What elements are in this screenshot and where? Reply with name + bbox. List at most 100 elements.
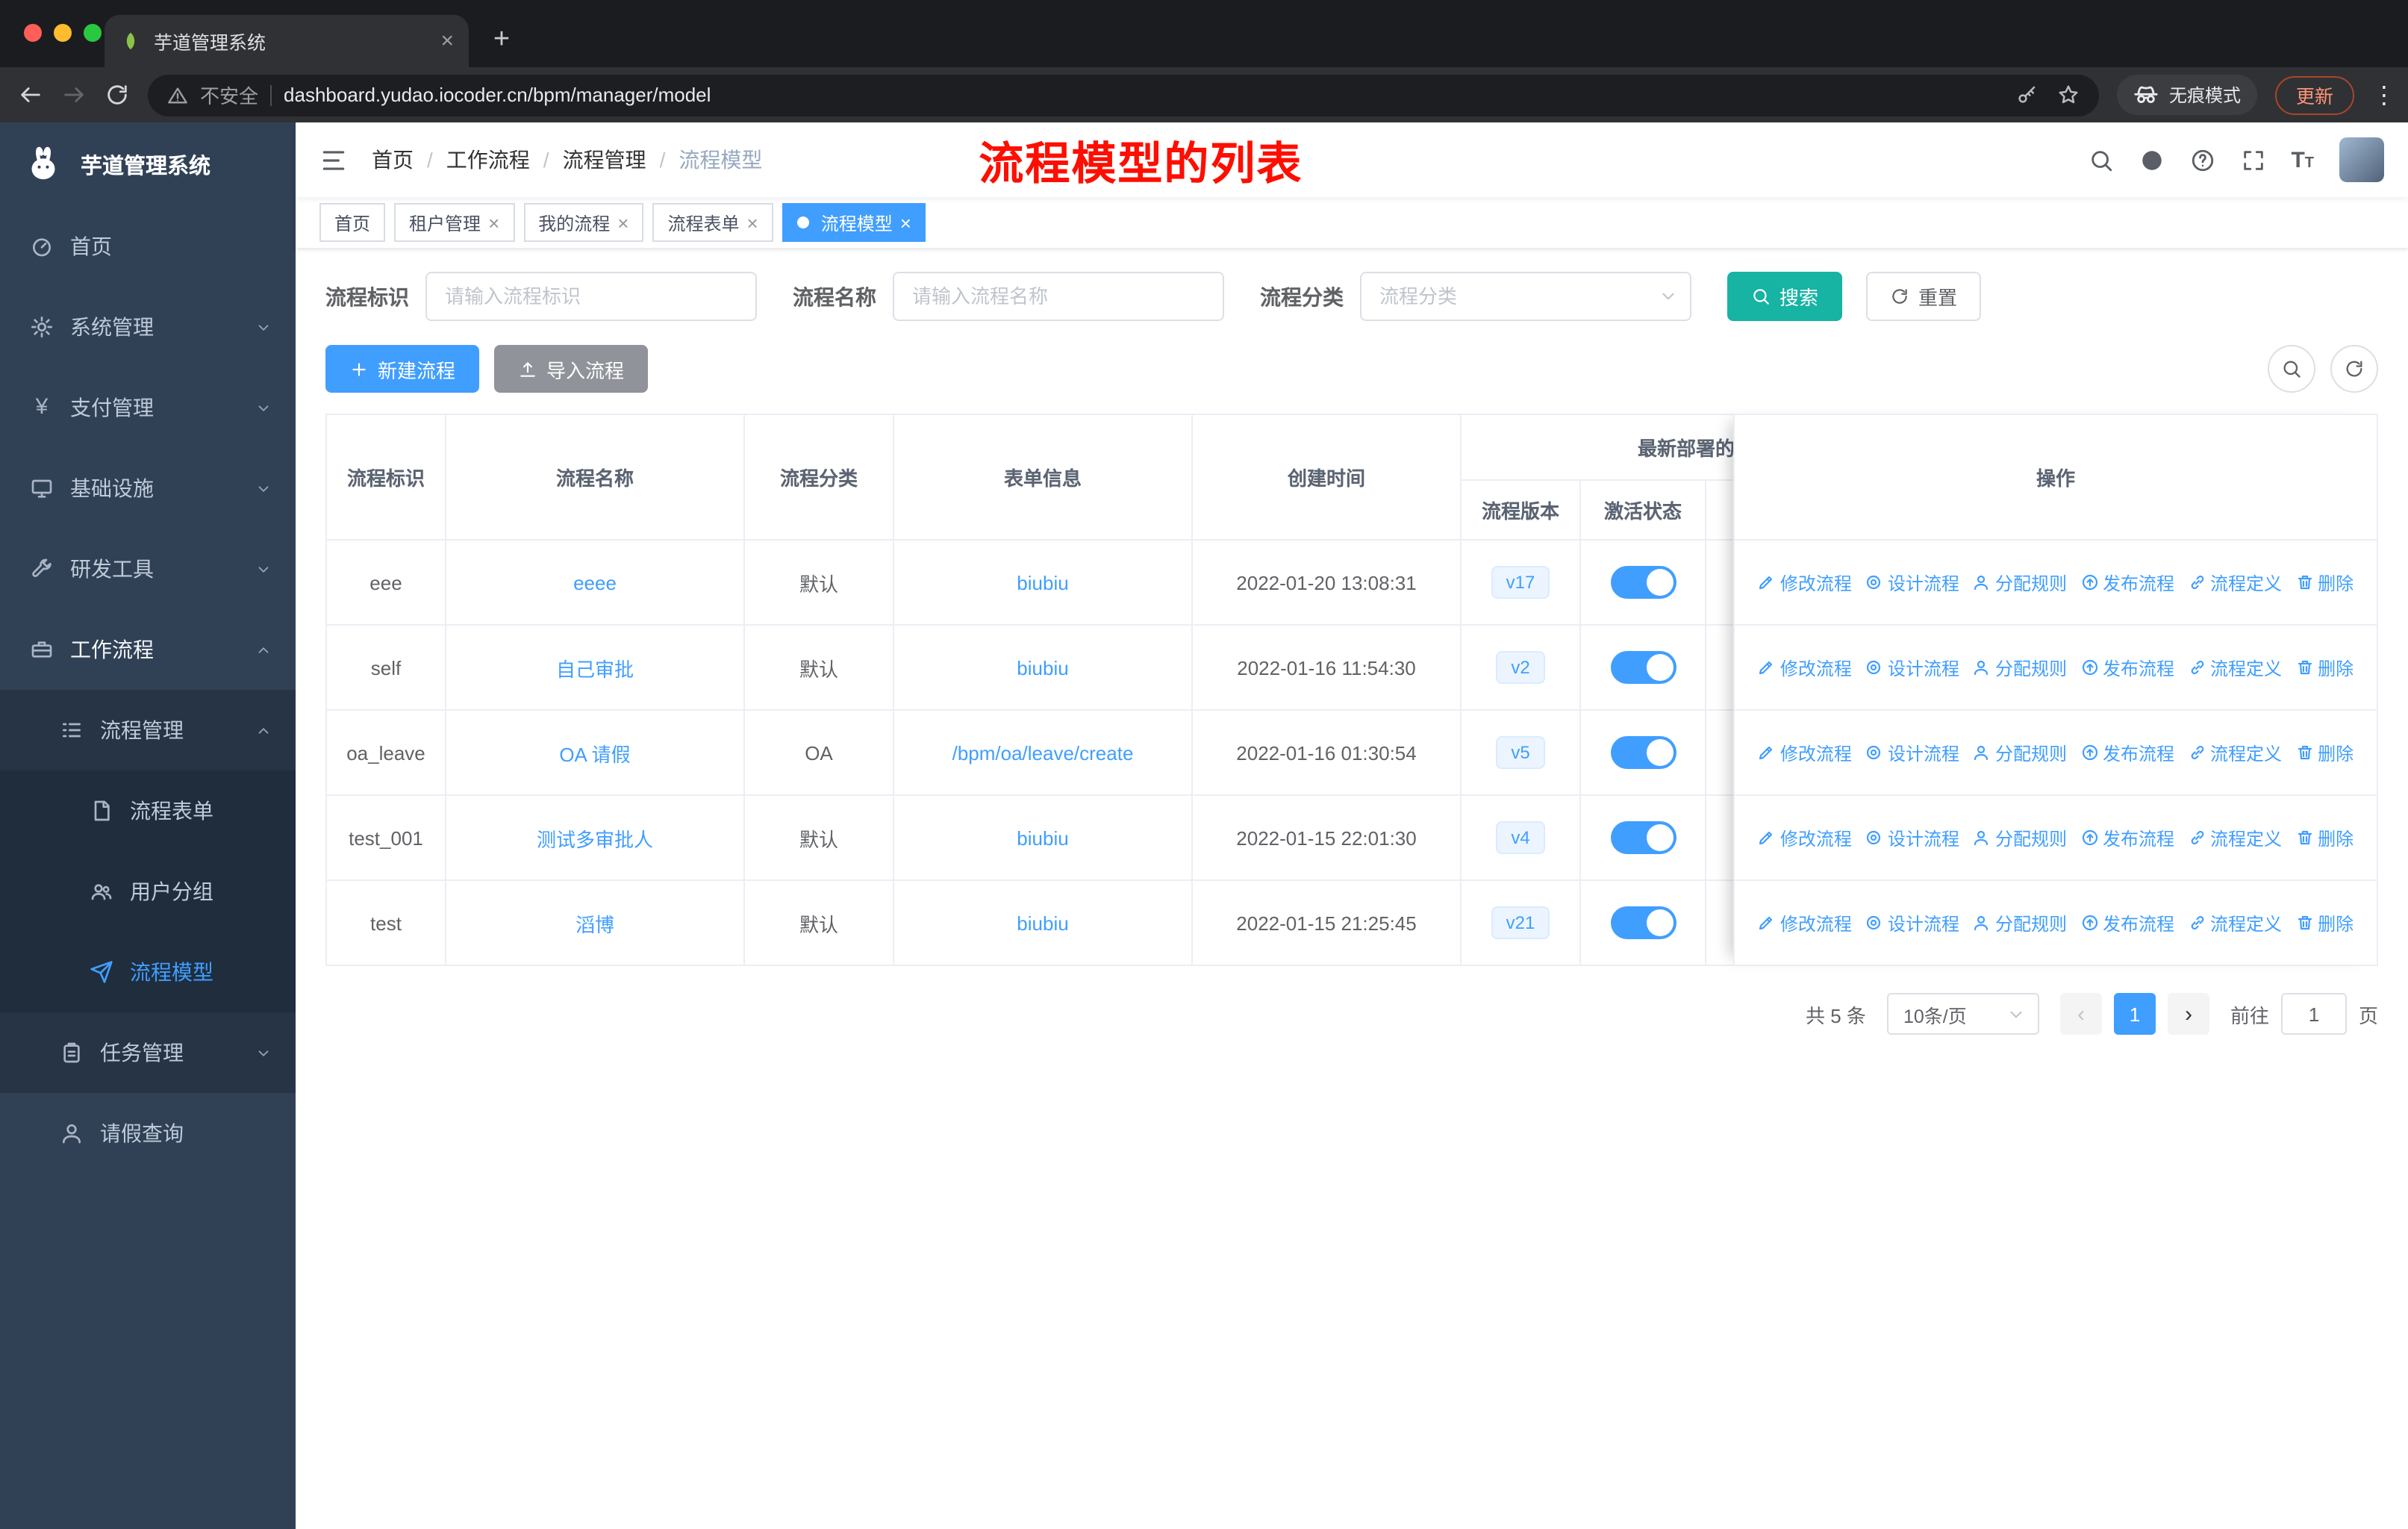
- bookmark-star-icon[interactable]: [2057, 84, 2080, 106]
- forward-icon[interactable]: [61, 82, 87, 108]
- sidebar-item-task-management[interactable]: 任务管理: [0, 1012, 296, 1093]
- assign-rules-link[interactable]: 分配规则: [1973, 655, 2067, 680]
- delete-link[interactable]: 删除: [2295, 655, 2354, 680]
- design-process-link[interactable]: 设计流程: [1865, 825, 1959, 850]
- form-info-link[interactable]: biubiu: [1017, 656, 1068, 679]
- avatar[interactable]: [2339, 137, 2384, 182]
- tag-process-model-active[interactable]: 流程模型 ×: [782, 203, 926, 242]
- assign-rules-link[interactable]: 分配规则: [1973, 740, 2067, 765]
- window-minimize-button[interactable]: [54, 24, 72, 42]
- process-name-link[interactable]: OA 请假: [559, 743, 630, 765]
- sidebar-item-workflow[interactable]: 工作流程: [0, 609, 296, 690]
- publish-process-link[interactable]: 发布流程: [2080, 655, 2174, 680]
- category-select[interactable]: [1360, 272, 1691, 321]
- active-status-toggle[interactable]: [1610, 736, 1676, 769]
- close-icon[interactable]: ×: [617, 213, 628, 232]
- breadcrumb-workflow[interactable]: 工作流程: [446, 145, 530, 175]
- tag-home[interactable]: 首页: [319, 203, 386, 242]
- sidebar-item-infrastructure[interactable]: 基础设施: [0, 448, 296, 529]
- search-button[interactable]: 搜索: [1727, 272, 1843, 321]
- breadcrumb-process-management[interactable]: 流程管理: [563, 145, 646, 175]
- browser-menu-icon[interactable]: ⋮: [2372, 80, 2396, 110]
- window-close-button[interactable]: [24, 24, 42, 42]
- toggle-search-button[interactable]: [2268, 345, 2315, 393]
- process-name-link[interactable]: eeee: [573, 571, 617, 594]
- prev-page-button[interactable]: ‹: [2059, 993, 2102, 1035]
- publish-process-link[interactable]: 发布流程: [2080, 570, 2174, 595]
- assign-rules-link[interactable]: 分配规则: [1973, 825, 2067, 850]
- category-select-input[interactable]: [1360, 272, 1691, 321]
- design-process-link[interactable]: 设计流程: [1865, 740, 1959, 765]
- sidebar-item-devtools[interactable]: 研发工具: [0, 529, 296, 609]
- process-name-input[interactable]: [893, 272, 1224, 321]
- edit-process-link[interactable]: 修改流程: [1758, 910, 1852, 935]
- close-icon[interactable]: ×: [900, 213, 911, 232]
- sidebar-item-process-model[interactable]: 流程模型: [0, 932, 296, 1012]
- sidebar-item-leave-query[interactable]: 请假查询: [0, 1093, 296, 1174]
- publish-process-link[interactable]: 发布流程: [2080, 740, 2174, 765]
- address-bar[interactable]: 不安全 dashboard.yudao.iocoder.cn/bpm/manag…: [148, 74, 2099, 116]
- next-page-button[interactable]: ›: [2167, 993, 2209, 1035]
- sidebar-item-payment[interactable]: ¥ 支付管理: [0, 367, 296, 448]
- sidebar-item-process-management[interactable]: 流程管理: [0, 690, 296, 770]
- form-info-link[interactable]: biubiu: [1017, 912, 1068, 934]
- delete-link[interactable]: 删除: [2295, 740, 2354, 765]
- process-id-input[interactable]: [425, 272, 757, 321]
- active-status-toggle[interactable]: [1610, 566, 1676, 599]
- delete-link[interactable]: 删除: [2295, 570, 2354, 595]
- password-key-icon[interactable]: [2015, 84, 2038, 106]
- edit-process-link[interactable]: 修改流程: [1758, 825, 1852, 850]
- active-status-toggle[interactable]: [1610, 906, 1676, 939]
- tag-tenant-management[interactable]: 租户管理 ×: [394, 203, 515, 242]
- close-icon[interactable]: ×: [747, 213, 758, 232]
- edit-process-link[interactable]: 修改流程: [1758, 655, 1852, 680]
- process-definition-link[interactable]: 流程定义: [2188, 570, 2282, 595]
- fullscreen-icon[interactable]: [2240, 147, 2265, 172]
- process-definition-link[interactable]: 流程定义: [2188, 740, 2282, 765]
- active-status-toggle[interactable]: [1610, 651, 1676, 684]
- design-process-link[interactable]: 设计流程: [1865, 570, 1959, 595]
- breadcrumb-home[interactable]: 首页: [372, 145, 414, 175]
- delete-link[interactable]: 删除: [2295, 910, 2354, 935]
- delete-link[interactable]: 删除: [2295, 825, 2354, 850]
- assign-rules-link[interactable]: 分配规则: [1973, 570, 2067, 595]
- window-zoom-button[interactable]: [84, 24, 102, 42]
- publish-process-link[interactable]: 发布流程: [2080, 910, 2174, 935]
- form-info-link[interactable]: biubiu: [1017, 826, 1068, 849]
- edit-process-link[interactable]: 修改流程: [1758, 740, 1852, 765]
- form-info-link[interactable]: /bpm/oa/leave/create: [952, 741, 1134, 764]
- page-size-select[interactable]: 10条/页: [1886, 993, 2039, 1035]
- help-icon[interactable]: [2189, 147, 2215, 172]
- goto-page-input[interactable]: [2280, 993, 2347, 1035]
- tab-close-icon[interactable]: ×: [440, 30, 454, 52]
- reset-button[interactable]: 重置: [1866, 272, 1982, 321]
- browser-tab[interactable]: 芋道管理系统 ×: [105, 15, 469, 67]
- sidebar-item-user-group[interactable]: 用户分组: [0, 851, 296, 932]
- active-status-toggle[interactable]: [1610, 821, 1676, 854]
- font-size-icon[interactable]: TT: [2291, 147, 2314, 172]
- process-name-link[interactable]: 滔博: [576, 913, 614, 935]
- process-definition-link[interactable]: 流程定义: [2188, 825, 2282, 850]
- assign-rules-link[interactable]: 分配规则: [1973, 910, 2067, 935]
- refresh-table-button[interactable]: [2330, 345, 2378, 393]
- search-icon[interactable]: [2088, 147, 2113, 172]
- edit-process-link[interactable]: 修改流程: [1758, 570, 1852, 595]
- new-tab-button[interactable]: +: [481, 19, 523, 61]
- sidebar-item-home[interactable]: 首页: [0, 206, 296, 287]
- publish-process-link[interactable]: 发布流程: [2080, 825, 2174, 850]
- form-info-link[interactable]: biubiu: [1017, 571, 1068, 594]
- process-name-link[interactable]: 测试多审批人: [537, 828, 653, 850]
- browser-update-button[interactable]: 更新: [2274, 75, 2354, 114]
- hamburger-menu-icon[interactable]: [319, 146, 348, 174]
- page-1-button[interactable]: 1: [2113, 993, 2156, 1035]
- design-process-link[interactable]: 设计流程: [1865, 910, 1959, 935]
- process-definition-link[interactable]: 流程定义: [2188, 910, 2282, 935]
- reload-icon[interactable]: [105, 82, 130, 108]
- create-process-button[interactable]: 新建流程: [325, 345, 480, 393]
- close-icon[interactable]: ×: [488, 213, 499, 232]
- sidebar-item-process-form[interactable]: 流程表单: [0, 770, 296, 851]
- design-process-link[interactable]: 设计流程: [1865, 655, 1959, 680]
- github-icon[interactable]: [2139, 147, 2164, 172]
- tag-my-process[interactable]: 我的流程 ×: [523, 203, 644, 242]
- import-process-button[interactable]: 导入流程: [494, 345, 649, 393]
